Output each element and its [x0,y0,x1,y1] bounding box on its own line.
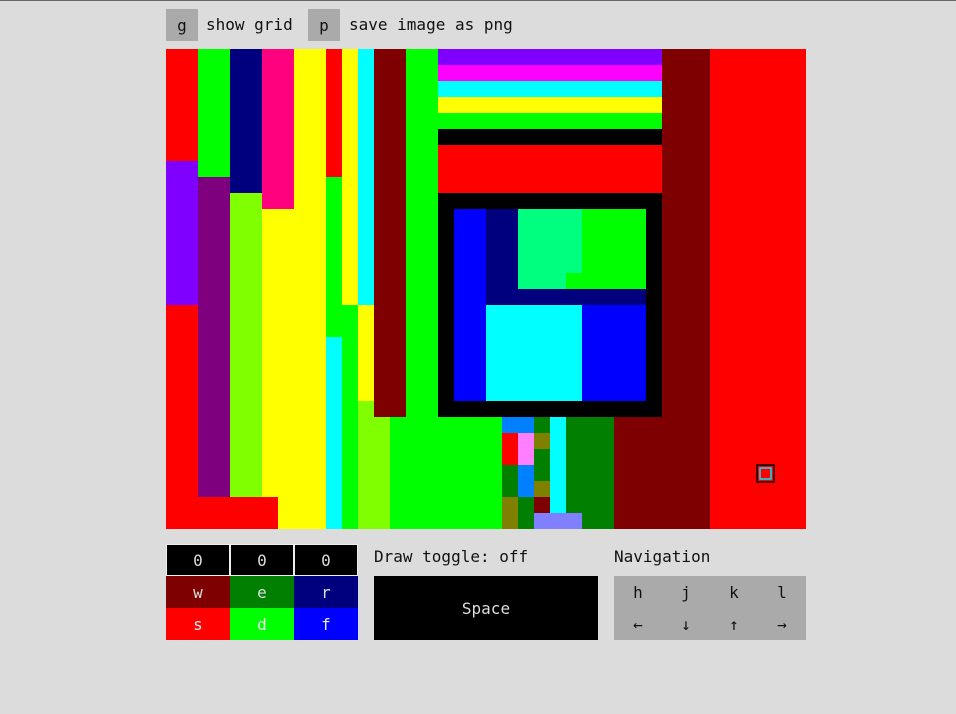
color-palette: 0 0 0 w e r s d f [166,544,358,640]
key-f[interactable]: f [294,608,358,640]
pixel-block [390,417,502,529]
nav-key-k[interactable]: k [710,576,758,608]
save-label: save image as png [349,15,513,34]
pixel-block [198,49,230,177]
pixel-block [438,113,662,129]
pixel-block [438,81,662,97]
pixel-block [614,417,662,529]
pixel-block [326,337,342,529]
pixel-block [342,305,358,529]
pixel-block [342,49,358,305]
key-s[interactable]: s [166,608,230,640]
pixel-block [230,49,262,193]
pixel-block [198,177,230,497]
pixel-block [230,193,262,497]
pixel-block [278,497,326,529]
green-value: 0 [230,544,294,576]
pixel-block [294,49,326,209]
pixel-block [534,417,550,433]
pixel-block [326,177,342,337]
pixel-block [486,209,518,305]
pixel-block [262,209,326,497]
pixel-block [438,129,662,145]
red-value: 0 [166,544,230,576]
draw-toggle-status: Draw toggle: off [374,547,529,566]
pixel-block [534,481,550,497]
pixel-block [518,289,646,305]
pixel-block [550,417,566,513]
navigation-title: Navigation [614,547,711,566]
pixel-block [502,417,534,433]
grid-label: show grid [206,15,293,34]
pixel-block [486,305,582,401]
pixel-block [662,49,710,529]
nav-key-j[interactable]: j [662,576,710,608]
nav-key-l[interactable]: l [758,576,806,608]
pixel-block [438,49,662,65]
pixel-block [518,433,534,465]
pixel-block [582,209,646,289]
pixel-block [438,97,662,113]
pixel-block [518,497,534,529]
arrow-down-icon[interactable]: ↓ [662,608,710,640]
pixel-block [358,49,374,305]
nav-key-h[interactable]: h [614,576,662,608]
pixel-block [166,305,198,529]
pixel-block [502,465,518,497]
navigation-pad: h j k l ← ↓ ↑ → [614,576,806,640]
pixel-block [582,305,646,401]
pixel-block [166,161,198,305]
pixel-block [534,513,582,529]
space-toggle-button[interactable]: Space [374,576,598,640]
pixel-block [198,497,278,529]
pixel-block [454,209,486,401]
pixel-block [534,449,550,481]
key-r[interactable]: r [294,576,358,608]
blue-value: 0 [294,544,358,576]
pixel-block [566,417,614,529]
arrow-right-icon[interactable]: → [758,608,806,640]
pixel-block [566,273,582,289]
arrow-left-icon[interactable]: ← [614,608,662,640]
pixel-block [438,145,662,193]
pixel-block [326,49,342,177]
pixel-block [502,497,518,529]
key-w[interactable]: w [166,576,230,608]
pixel-block [374,49,406,417]
pixel-block [358,401,390,529]
save-key[interactable]: p [308,9,340,41]
pixel-block [534,497,550,513]
pixel-art [166,49,806,529]
pixel-block [262,49,294,209]
key-d[interactable]: d [230,608,294,640]
grid-key[interactable]: g [166,9,198,41]
pixel-block [438,65,662,81]
pixel-block [534,433,550,449]
arrow-up-icon[interactable]: ↑ [710,608,758,640]
drawing-canvas[interactable] [166,49,806,529]
pixel-block [166,49,198,161]
key-e[interactable]: e [230,576,294,608]
pixel-block [710,49,806,529]
pixel-block [518,465,534,497]
